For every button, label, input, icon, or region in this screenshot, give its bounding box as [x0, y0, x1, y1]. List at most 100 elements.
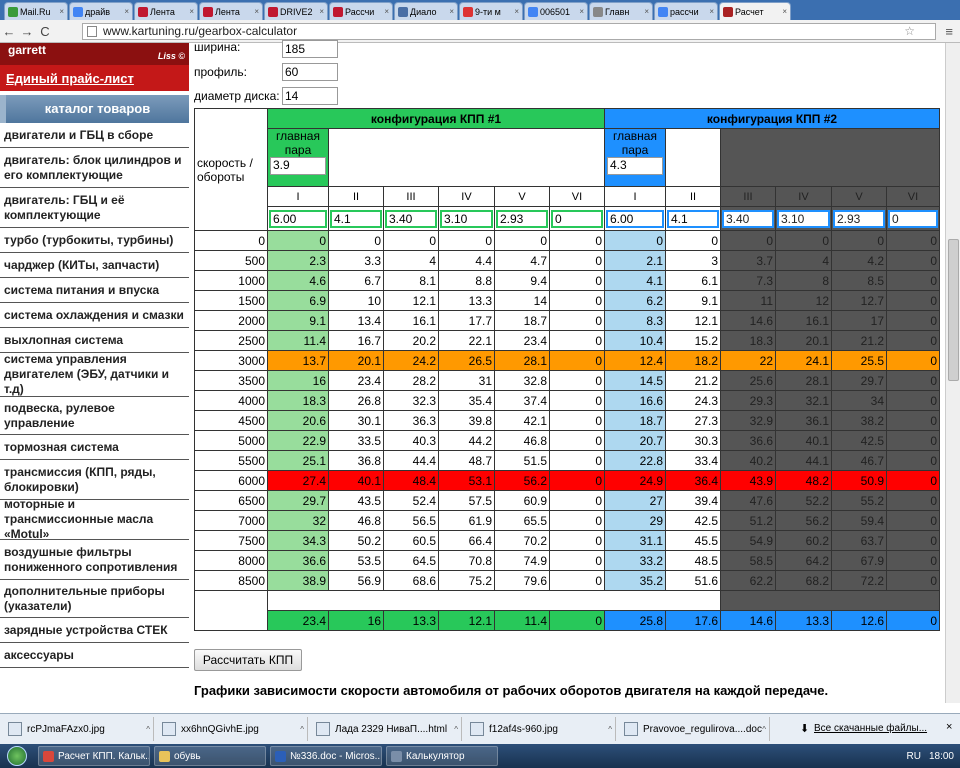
catalog-item[interactable]: турбо (турбокиты, турбины): [0, 228, 189, 253]
close-tab-icon[interactable]: ×: [189, 7, 194, 16]
close-tab-icon[interactable]: ×: [782, 7, 787, 16]
ratio-input[interactable]: 6.00: [606, 209, 664, 228]
back-icon[interactable]: ←: [0, 24, 18, 39]
ratio-input[interactable]: 2.93: [833, 209, 885, 228]
chevron-up-icon[interactable]: ^: [146, 725, 153, 734]
start-button[interactable]: [0, 744, 34, 768]
close-tab-icon[interactable]: ×: [644, 7, 649, 16]
reload-icon[interactable]: C: [36, 24, 54, 39]
speed-cell: 0: [383, 230, 439, 251]
calculate-button[interactable]: Рассчитать КПП: [194, 649, 302, 671]
download-item[interactable]: f12af4s-960.jpg ^: [468, 717, 616, 741]
catalog-item[interactable]: система охлаждения и смазки: [0, 303, 189, 328]
taskbar-item[interactable]: Расчет КПП. Кальк...: [38, 746, 150, 766]
browser-tab[interactable]: DRIVE2 ×: [264, 2, 328, 20]
close-tab-icon[interactable]: ×: [384, 7, 389, 16]
width-input[interactable]: [282, 40, 338, 58]
taskbar-item-label: Расчет КПП. Кальк...: [58, 750, 150, 762]
chevron-up-icon[interactable]: ^: [608, 725, 615, 734]
ratio-input[interactable]: 4.1: [667, 209, 719, 228]
ratio-input[interactable]: 3.40: [385, 209, 437, 228]
catalog-item[interactable]: двигатель: блок цилиндров и его комплект…: [0, 148, 189, 188]
close-tab-icon[interactable]: ×: [579, 7, 584, 16]
catalog-item[interactable]: система питания и впуска: [0, 278, 189, 303]
scrollbar-thumb[interactable]: [948, 239, 959, 381]
browser-tab[interactable]: Лента ×: [199, 2, 263, 20]
page-scrollbar[interactable]: [945, 43, 960, 703]
catalog-item[interactable]: тормозная система: [0, 435, 189, 460]
download-item[interactable]: Лада 2329 НиваП....html ^: [314, 717, 462, 741]
price-list-link[interactable]: Единый прайс-лист: [0, 63, 189, 91]
disk-input[interactable]: [282, 87, 338, 105]
speed-cell: 0: [549, 330, 605, 351]
catalog-item[interactable]: выхлопная система: [0, 328, 189, 353]
clock[interactable]: 18:00: [929, 751, 954, 762]
rpm-cell: 2500: [194, 330, 268, 351]
taskbar-item[interactable]: Калькулятор: [386, 746, 498, 766]
browser-tab[interactable]: Рассчи ×: [329, 2, 393, 20]
catalog-item[interactable]: чарджер (КИТы, запчасти): [0, 253, 189, 278]
speed-cell: 70.2: [494, 530, 550, 551]
file-icon: [316, 722, 330, 736]
catalog-item[interactable]: воздушные фильтры пониженного сопротивле…: [0, 540, 189, 580]
browser-tab[interactable]: 9-ти м ×: [459, 2, 523, 20]
ratio-input[interactable]: 0: [888, 209, 938, 228]
close-tab-icon[interactable]: ×: [449, 7, 454, 16]
show-all-downloads-link[interactable]: Все скачанные файлы...: [814, 723, 927, 734]
main-pair-input-1[interactable]: 3.9: [270, 157, 326, 175]
catalog-item[interactable]: система управления двигателем (ЭБУ, датч…: [0, 352, 189, 397]
browser-tab[interactable]: Лента ×: [134, 2, 198, 20]
ratio-input[interactable]: 2.93: [496, 209, 548, 228]
language-indicator[interactable]: RU: [907, 751, 921, 762]
ratio-input[interactable]: 3.10: [777, 209, 830, 228]
profile-input[interactable]: [282, 63, 338, 81]
close-tab-icon[interactable]: ×: [514, 7, 519, 16]
download-item[interactable]: xx6hnQGivhE.jpg ^: [160, 717, 308, 741]
address-bar[interactable]: www.kartuning.ru/gearbox-calculator ☆ ≡: [82, 23, 953, 40]
close-tab-icon[interactable]: ×: [709, 7, 714, 16]
browser-tab[interactable]: Расчет ×: [719, 2, 791, 20]
browser-tab[interactable]: 006501 ×: [524, 2, 588, 20]
close-download-bar-icon[interactable]: ×: [946, 721, 952, 733]
speed-cell: 33.2: [604, 550, 666, 571]
catalog-item[interactable]: дополнительные приборы (указатели): [0, 580, 189, 618]
browser-tab[interactable]: Диало ×: [394, 2, 458, 20]
close-tab-icon[interactable]: ×: [124, 7, 129, 16]
star-icon[interactable]: ☆: [904, 24, 915, 39]
catalog-item[interactable]: зарядные устройства СТЕК: [0, 618, 189, 643]
ratio-cell: 6.00: [604, 206, 666, 231]
speed-cell: 45.5: [665, 530, 721, 551]
chevron-up-icon[interactable]: ^: [762, 725, 769, 734]
download-item[interactable]: rcPJmaFAzx0.jpg ^: [6, 717, 154, 741]
browser-tab[interactable]: драйв ×: [69, 2, 133, 20]
taskbar-item[interactable]: обувь: [154, 746, 266, 766]
taskbar-item[interactable]: №336.doc - Micros...: [270, 746, 382, 766]
chevron-up-icon[interactable]: ^: [300, 725, 307, 734]
catalog-item[interactable]: двигатели и ГБЦ в сборе: [0, 123, 189, 148]
catalog-item[interactable]: трансмиссия (КПП, ряды, блокировки): [0, 460, 189, 500]
browser-tab[interactable]: Главн ×: [589, 2, 653, 20]
catalog-item[interactable]: моторные и трансмиссионные масла «Motul»: [0, 497, 189, 541]
close-tab-icon[interactable]: ×: [319, 7, 324, 16]
browser-tab[interactable]: Mail.Ru ×: [4, 2, 68, 20]
chevron-up-icon[interactable]: ^: [454, 725, 461, 734]
speed-cell: 60.9: [494, 490, 550, 511]
catalog-item[interactable]: подвеска, рулевое управление: [0, 397, 189, 435]
ratio-input[interactable]: 0: [551, 209, 603, 228]
catalog-item[interactable]: двигатель: ГБЦ и её комплектующие: [0, 188, 189, 228]
download-item[interactable]: Pravovoe_regulirova....doc ^: [622, 717, 770, 741]
ratio-input[interactable]: 6.00: [269, 209, 327, 228]
catalog-item[interactable]: аксессуары: [0, 643, 189, 668]
main-pair-input-2[interactable]: 4.3: [607, 157, 663, 175]
ratio-input[interactable]: 3.10: [440, 209, 493, 228]
gear-label: V: [831, 186, 887, 207]
forward-icon[interactable]: →: [18, 24, 36, 39]
ratio-input[interactable]: 4.1: [330, 209, 382, 228]
browser-tab[interactable]: рассчи ×: [654, 2, 718, 20]
logo[interactable]: garrett Liss ©: [0, 43, 189, 63]
speed-cell: 16.1: [775, 310, 832, 331]
ratio-input[interactable]: 3.40: [722, 209, 774, 228]
close-tab-icon[interactable]: ×: [254, 7, 259, 16]
close-tab-icon[interactable]: ×: [59, 7, 64, 16]
menu-icon[interactable]: ≡: [945, 24, 953, 39]
